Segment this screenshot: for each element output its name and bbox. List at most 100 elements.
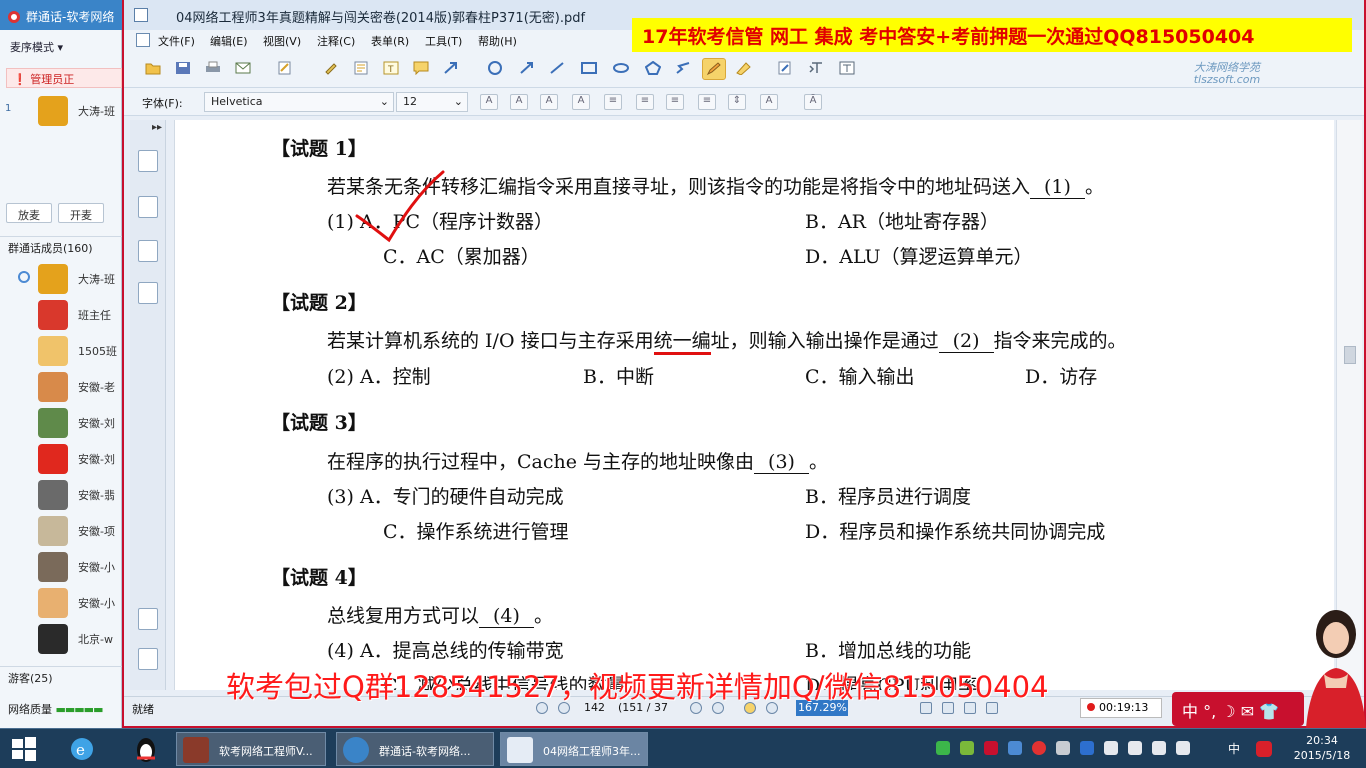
pages-panel-button[interactable] [138,196,158,218]
char-spacing-button[interactable]: Ā [804,94,822,110]
member-row[interactable]: 班主任 [0,298,122,332]
insert-text-button[interactable] [806,58,830,80]
rectangle-tool-button[interactable] [578,58,602,80]
typewriter-button[interactable] [274,58,298,80]
scrollbar-thumb[interactable] [1344,346,1356,364]
watermark-logo: 大涛网络学苑 tlszsoft.com [1172,62,1282,88]
menu-annotate[interactable]: 注释(C) [317,33,355,49]
battery-icon[interactable] [1128,741,1142,755]
open-mic-button[interactable]: 开麦 [58,203,104,223]
input-method-indicator[interactable]: 中 [1228,740,1240,757]
open-button[interactable] [142,58,166,80]
pencil-tool-button[interactable] [702,58,726,80]
wechat-icon[interactable] [960,741,974,755]
power-icon[interactable] [1032,741,1046,755]
line-tool-button[interactable] [546,58,570,80]
email-button[interactable] [232,58,256,80]
ime-toolbar[interactable]: 中 °, ☽ ✉ 👕 [1172,692,1304,726]
font-name-select[interactable]: Helvetica ⌄ [204,92,394,112]
annotations-panel-button[interactable] [138,240,158,262]
flag-icon[interactable] [1104,741,1118,755]
menu-view[interactable]: 视图(V) [263,33,301,49]
font-size-select[interactable]: 12 ⌄ [396,92,468,112]
group-call-title-bar[interactable]: 群通话-软考网络 [0,0,122,30]
member-row[interactable]: 安徽-小 [0,586,122,620]
task-pdf-reader[interactable]: 04网络工程师3年... [500,732,648,766]
members-header[interactable]: 群通话成员(160) [0,236,122,256]
align-center-button[interactable]: ≡ [636,94,654,110]
question-heading: 【试题 3】 [271,412,367,434]
circle-tool-button[interactable] [484,58,508,80]
polygon-tool-button[interactable] [642,58,666,80]
edit-text-button[interactable] [774,58,798,80]
eraser-tool-button[interactable] [732,58,756,80]
layers-panel-button[interactable] [138,282,158,304]
ellipse-tool-button[interactable] [610,58,634,80]
guests-header[interactable]: 游客(25) [0,666,122,686]
menu-help[interactable]: 帮助(H) [478,33,517,49]
arrow-line-tool-button[interactable] [516,58,540,80]
admin-notice: ❗ 管理员正 [6,68,122,88]
start-button-windows-icon[interactable] [10,735,38,763]
volume-icon[interactable] [1176,741,1190,755]
menu-form[interactable]: 表单(R) [371,33,409,49]
ie-browser-icon[interactable]: e [62,734,102,764]
textbox-tool-button[interactable]: T [380,58,404,80]
comments-panel-button[interactable] [138,608,158,630]
network-quality: 网络质量 ▬▬▬▬▬ [0,698,122,718]
video-icon[interactable] [1056,741,1070,755]
expand-panel-icon[interactable]: ▸▸ [152,122,162,133]
task-group-call[interactable]: 群通话-软考网络... [336,732,494,766]
save-button[interactable] [172,58,196,80]
qq-penguin-icon[interactable] [126,734,166,764]
member-row[interactable]: 1505班 [0,334,122,368]
comment-tool-button[interactable] [410,58,434,80]
pdf-page-view[interactable]: 【试题 1】 若某条无条件转移汇编指令采用直接寻址，则该指令的功能是将指令中的地… [174,120,1334,690]
font-shrink-button[interactable]: A [510,94,528,110]
mic-mode-dropdown[interactable]: 麦序模式 ▾ [0,36,122,58]
network-app-icon[interactable] [936,741,950,755]
member-row[interactable]: 安徽-翡 [0,478,122,512]
member-row[interactable]: 安徽-老 [0,370,122,404]
font-color-button[interactable]: A [540,94,558,110]
member-row[interactable]: 大涛-班 [0,262,122,296]
print-button[interactable] [202,58,226,80]
red-underlined-text: 统一编 [653,330,711,355]
text-frame-button[interactable] [836,58,860,80]
arrow-tool-button[interactable] [440,58,464,80]
alert-icon: ❗ [13,73,31,86]
member-row[interactable]: 安徽-小 [0,550,122,584]
member-row[interactable]: 北京-w [0,622,122,656]
menu-file[interactable]: 文件(F) [158,33,195,49]
presenter-photo [1306,610,1366,728]
recording-timer[interactable]: 00:19:13 [1080,698,1162,718]
release-mic-button[interactable]: 放麦 [6,203,52,223]
recorder-tray-icon[interactable] [984,741,998,755]
polyline-tool-button[interactable] [672,58,696,80]
member-row[interactable]: 安徽-刘 [0,442,122,476]
font-style-button[interactable]: A [572,94,590,110]
menu-edit[interactable]: 编辑(E) [210,33,248,49]
security-shield-icon[interactable] [1008,741,1022,755]
highlight-tool-button[interactable] [320,58,344,80]
text-color-button[interactable]: A [760,94,778,110]
align-justify-button[interactable]: ≡ [698,94,716,110]
align-left-button[interactable]: ≡ [604,94,622,110]
sogou-input-icon[interactable] [1256,741,1272,757]
bluetooth-icon[interactable] [1080,741,1094,755]
task-teacher-video[interactable]: 软考网络工程师V... [176,732,326,766]
member-row[interactable]: 安徽-项 [0,514,122,548]
speaking-user[interactable]: 1 大涛-班 [0,94,122,128]
menu-tools[interactable]: 工具(T) [425,33,462,49]
avatar [38,408,68,438]
note-tool-button[interactable] [350,58,374,80]
option-d: D．程序员和操作系统共同协调完成 [805,521,1106,543]
font-grow-button[interactable]: A [480,94,498,110]
wifi-signal-icon[interactable] [1152,741,1166,755]
clock[interactable]: 20:34 2015/5/18 [1290,733,1354,763]
line-spacing-button[interactable]: ⇕ [728,94,746,110]
bookmarks-panel-button[interactable] [138,150,158,172]
member-row[interactable]: 安徽-刘 [0,406,122,440]
align-right-button[interactable]: ≡ [666,94,684,110]
attachments-panel-button[interactable] [138,648,158,670]
